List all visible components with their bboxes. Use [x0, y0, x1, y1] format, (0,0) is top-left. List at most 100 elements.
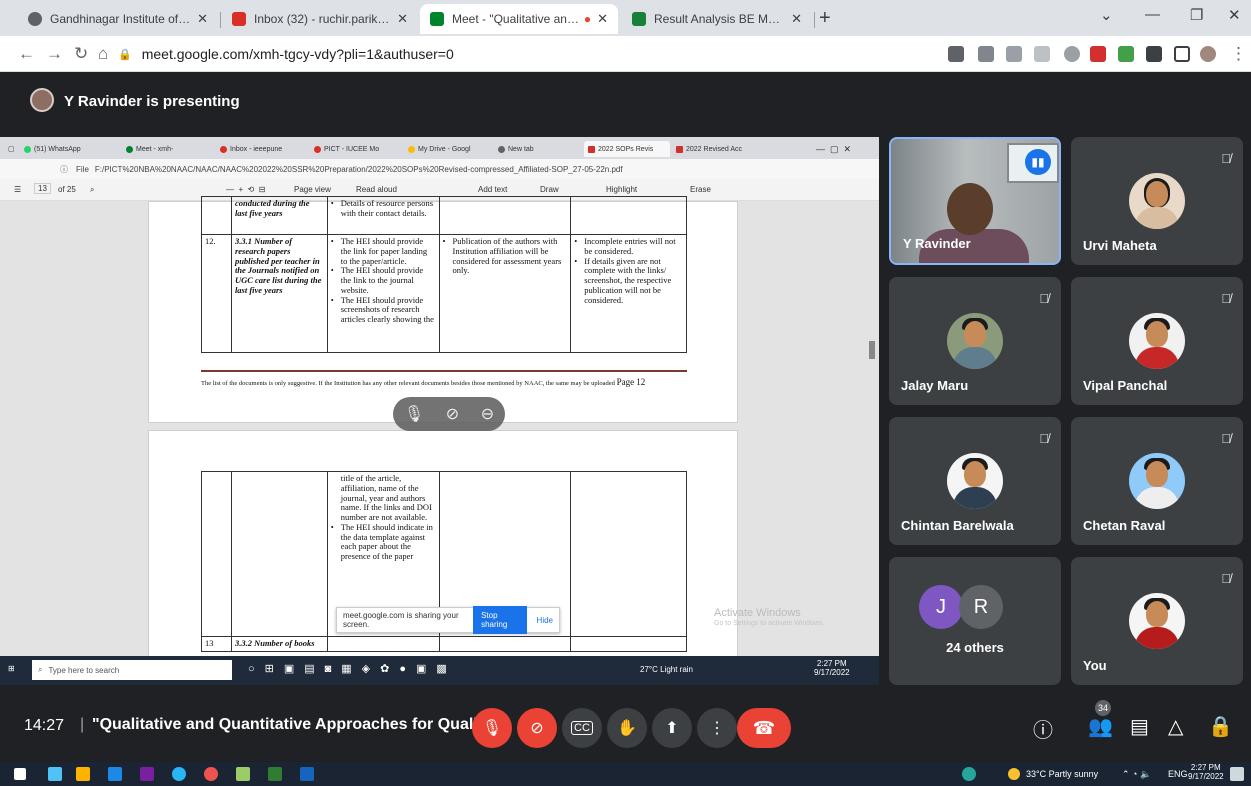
table-row: 12. 3.3.1 Number of research papers publ… [201, 234, 687, 353]
translate-icon[interactable] [978, 46, 994, 62]
close-icon[interactable]: ✕ [791, 11, 802, 27]
browser-tab[interactable]: Result Analysis BE Mechanical Se ✕ [622, 4, 812, 34]
browser-icon[interactable] [172, 767, 186, 781]
weather-text[interactable]: 33°C Partly sunny [1026, 769, 1098, 779]
participant-tile[interactable]: 🎙̸ Chintan Barelwala [889, 417, 1061, 545]
files-icon[interactable] [76, 767, 90, 781]
tray-app-icon[interactable] [962, 767, 976, 781]
participant-tile[interactable]: 🎙̸ Chetan Raval [1071, 417, 1243, 545]
lock-icon[interactable]: 🔒 [118, 48, 132, 61]
word-icon[interactable] [300, 767, 314, 781]
participant-tile-self[interactable]: 🎙̸ You [1071, 557, 1243, 685]
leave-call-button[interactable]: ☎ [737, 708, 791, 748]
browser-tab[interactable]: Inbox (32) - ruchir.parikh@git.org ✕ [222, 4, 418, 34]
profile-avatar[interactable] [1200, 46, 1216, 62]
browser-tab[interactable]: Gandhinagar Institute of Technol ✕ [18, 4, 218, 34]
host-controls-icon[interactable]: 🔒 [1208, 714, 1233, 739]
extension-icon[interactable] [1118, 46, 1134, 62]
info-icon[interactable]: ⓘ [1033, 714, 1053, 743]
avatar [1129, 173, 1185, 229]
edge-icon[interactable] [48, 767, 62, 781]
close-icon[interactable]: ✕ [397, 11, 408, 27]
present-button[interactable]: ⬆ [652, 708, 692, 748]
notifications-icon[interactable] [1230, 767, 1244, 781]
captions-button[interactable]: CC [562, 708, 602, 748]
forward-icon[interactable]: → [46, 44, 63, 64]
more-options-button[interactable]: ⋮ [697, 708, 737, 748]
avatar-face [1146, 601, 1168, 627]
reload-icon[interactable]: ↻ [74, 44, 88, 64]
tray-icons[interactable]: ⌃ ◔ 🔈 [1122, 769, 1151, 780]
others-tile[interactable]: J R 24 others [889, 557, 1061, 685]
avatar [1129, 593, 1185, 649]
avatar-initial: R [959, 585, 1003, 629]
inner-tab-title: Meet - xmh- [136, 145, 174, 153]
minimize-button[interactable]: — [1145, 6, 1160, 23]
windows-start-icon: ⊞ [8, 664, 15, 673]
camera-icon[interactable] [948, 46, 964, 62]
browser-tab-active[interactable]: Meet - "Qualitative and Qua ● ✕ [420, 4, 618, 34]
sidebar-icon[interactable] [1174, 46, 1190, 62]
search-icon: ⌕ [90, 185, 95, 194]
extension-icon[interactable] [1090, 46, 1106, 62]
hand-icon: ✋ [617, 720, 637, 737]
mic-off-icon: 🎙̸ [1221, 151, 1231, 166]
presenting-label: Y Ravinder is presenting [64, 93, 240, 110]
avatar-face [964, 461, 986, 487]
avatar-body [1135, 487, 1179, 509]
inner-address-bar: ⓘ File F:/PICT%20NBA%20NAAC/NAAC/NAAC%20… [0, 159, 879, 179]
avatar-body [1135, 347, 1179, 369]
shared-screen: ▢ (51) WhatsApp Meet - xmh- Inbox - ieee… [0, 137, 879, 685]
home-icon[interactable]: ⌂ [98, 44, 108, 64]
chat-icon[interactable]: ▤ [1130, 714, 1149, 739]
camera-toggle-button[interactable]: ⊘ [517, 708, 557, 748]
window-close-button[interactable]: ✕ [1228, 6, 1241, 24]
participant-name: Chintan Barelwala [901, 518, 1014, 533]
system-clock[interactable]: 2:27 PM 9/17/2022 [1188, 763, 1224, 782]
participant-tile[interactable]: 🎙̸ Urvi Maheta [1071, 137, 1243, 265]
others-count: 24 others [946, 640, 1004, 655]
language-indicator[interactable]: ENG [1168, 769, 1188, 779]
more-icon[interactable]: ⋮ [1230, 44, 1247, 64]
footnote-text: The list of the documents is only sugges… [201, 380, 615, 387]
search-icon: ⌕ [38, 665, 43, 674]
puzzle-icon[interactable] [1146, 46, 1162, 62]
inner-tab: New tab [494, 141, 574, 157]
windows-start-icon[interactable] [14, 768, 26, 780]
people-icon[interactable]: 👥 [1088, 714, 1113, 739]
zoom-controls: — + ⟲ ⊟ [226, 185, 266, 194]
phone-hangup-icon: ☎ [752, 717, 776, 738]
participant-tile[interactable]: 🎙̸ Jalay Maru [889, 277, 1061, 405]
meeting-title: "Qualitative and Quantitative Approaches… [92, 716, 492, 733]
extension-icon[interactable] [1064, 46, 1080, 62]
tab-title: Result Analysis BE Mechanical Se [654, 12, 785, 26]
participant-tile[interactable]: ▮▮ Y Ravinder [889, 137, 1061, 265]
chrome-icon[interactable] [204, 767, 218, 781]
excel-icon[interactable] [268, 767, 282, 781]
info-icon: ⓘ [60, 164, 68, 174]
page-count: of 25 [58, 185, 76, 194]
avatar-body [953, 487, 997, 509]
star-icon[interactable] [1034, 46, 1050, 62]
globe-icon [28, 12, 42, 26]
url-bar[interactable]: 🔒 meet.google.com/xmh-tgcy-vdy?pli=1&aut… [118, 41, 938, 67]
mic-toggle-button[interactable]: 🎙 [472, 708, 512, 748]
close-icon[interactable]: ✕ [597, 11, 608, 27]
back-icon[interactable]: ← [18, 44, 35, 64]
restore-button[interactable]: ❐ [1190, 6, 1203, 24]
remarks-cell: Incomplete entries will not be considere… [570, 234, 687, 353]
store-icon[interactable] [108, 767, 122, 781]
app-icon[interactable] [236, 767, 250, 781]
chevron-down-icon[interactable]: ⌄ [1100, 6, 1113, 24]
sheets-icon [632, 12, 646, 26]
close-icon[interactable]: ✕ [197, 11, 208, 27]
inner-tab-title: New tab [508, 145, 534, 153]
raise-hand-button[interactable]: ✋ [607, 708, 647, 748]
onenote-icon[interactable] [140, 767, 154, 781]
activities-icon[interactable]: △ [1168, 714, 1183, 739]
participant-tile[interactable]: 🎙̸ Vipal Panchal [1071, 277, 1243, 405]
pdf-icon [588, 145, 595, 153]
share-notice-text: meet.google.com is sharing your screen. [343, 611, 459, 629]
share-icon[interactable] [1006, 46, 1022, 62]
new-tab-button[interactable]: + [819, 7, 831, 30]
